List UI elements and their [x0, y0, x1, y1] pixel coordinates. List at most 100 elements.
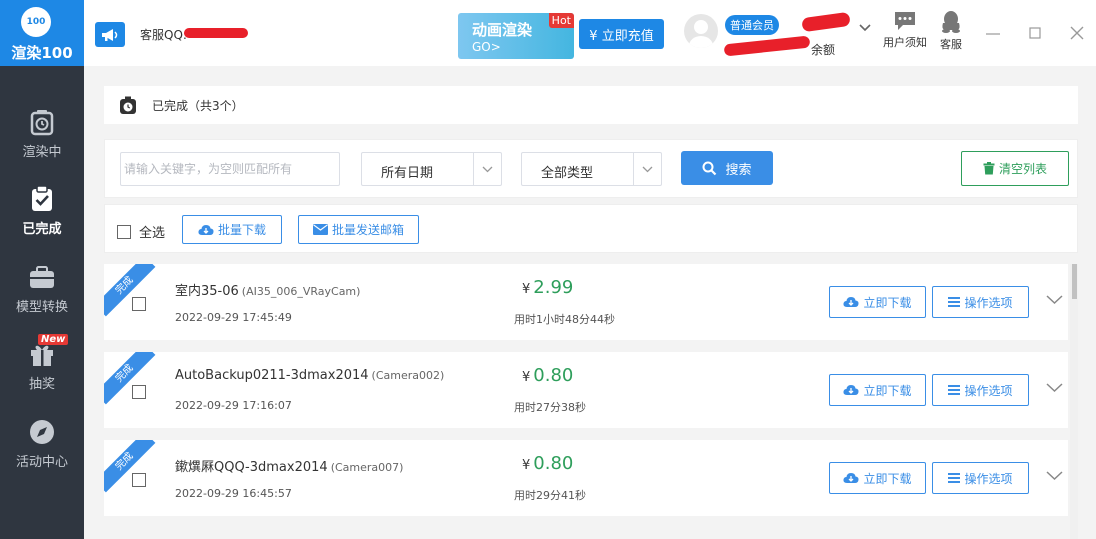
task-checkbox[interactable]: [132, 385, 146, 399]
sidebar-item-activity[interactable]: 活动中心: [0, 418, 84, 492]
scrollbar-thumb[interactable]: [1072, 264, 1077, 299]
envelope-icon: [312, 224, 328, 235]
customer-service-label: 客服: [940, 38, 962, 51]
header: 客服QQ: 动画渲染 GO> Hot ¥ 立即充值 普通会员 余额 用户须知 客…: [84, 0, 1096, 66]
currency-symbol: ¥: [522, 458, 531, 473]
batch-download-button[interactable]: 批量下载: [182, 215, 282, 244]
clear-list-button[interactable]: 清空列表: [961, 151, 1069, 186]
download-now-label: 立即下载: [863, 383, 912, 398]
maximize-button[interactable]: [1026, 24, 1044, 42]
sidebar-item-completed[interactable]: 已完成: [0, 185, 84, 259]
member-level-badge: 普通会员: [725, 15, 779, 35]
chevron-down-icon[interactable]: [1046, 383, 1063, 393]
chat-bubble-icon: [895, 12, 915, 30]
currency-symbol: ¥: [522, 282, 531, 297]
close-button[interactable]: [1068, 24, 1086, 42]
select-all-label: 全选: [139, 226, 166, 241]
recharge-button[interactable]: ¥ 立即充值: [579, 19, 664, 49]
redaction-mark: [184, 28, 248, 38]
megaphone-icon[interactable]: [95, 22, 125, 47]
task-checkbox[interactable]: [132, 473, 146, 487]
clipboard-check-icon: [32, 185, 52, 211]
checkbox[interactable]: [117, 224, 131, 239]
price-amount: 0.80: [533, 453, 574, 474]
sidebar-item-label: 活动中心: [15, 455, 68, 470]
page-title: 已完成（共3个）: [152, 99, 244, 113]
task-duration: 用时27分38秒: [514, 401, 586, 414]
task-list: 完成 室内35-06 (AI35_006_VRayCam) 2022-09-29 …: [104, 264, 1068, 539]
sidebar-item-label: 抽奖: [28, 377, 55, 392]
task-name: AutoBackup0211-3dmax2014 (Camera002): [175, 368, 444, 383]
sidebar-item-model-convert[interactable]: 模型转换: [0, 263, 84, 337]
redaction-mark: [801, 11, 851, 33]
task-price: ¥0.80: [522, 365, 573, 386]
price-amount: 0.80: [533, 365, 574, 386]
task-camera: (Camera002): [371, 369, 445, 382]
new-badge: New: [38, 334, 69, 345]
task-camera: (Camera007): [330, 461, 404, 474]
date-select[interactable]: 所有日期: [361, 152, 502, 186]
chevron-down-icon[interactable]: [1046, 471, 1063, 481]
task-checkbox[interactable]: [132, 297, 146, 311]
promo-title: 动画渲染: [472, 21, 533, 39]
download-now-button[interactable]: 立即下载: [829, 374, 926, 406]
logo-text: 渲染100: [11, 44, 73, 62]
download-now-label: 立即下载: [863, 295, 912, 310]
trash-icon: [983, 162, 995, 175]
operation-options-button[interactable]: 操作选项: [932, 374, 1029, 406]
task-duration: 用时29分41秒: [514, 489, 586, 502]
task-name-text: 室内35-06: [175, 284, 239, 299]
task-duration: 用时1小时48分44秒: [514, 313, 615, 326]
sidebar-item-label: 渲染中: [22, 145, 62, 160]
currency-symbol: ¥: [522, 370, 531, 385]
task-name: 室内35-06 (AI35_006_VRayCam): [175, 280, 360, 299]
operation-options-button[interactable]: 操作选项: [932, 462, 1029, 494]
avatar[interactable]: [684, 14, 718, 48]
batch-email-button[interactable]: 批量发送邮箱: [298, 215, 419, 244]
sidebar-item-rendering[interactable]: 渲染中: [0, 108, 84, 182]
download-now-button[interactable]: 立即下载: [829, 286, 926, 318]
type-select[interactable]: 全部类型: [521, 152, 662, 186]
operation-options-label: 操作选项: [964, 383, 1013, 398]
user-notice-button[interactable]: 用户须知: [880, 10, 930, 50]
download-now-button[interactable]: 立即下载: [829, 462, 926, 494]
scrollbar-track[interactable]: [1070, 264, 1078, 539]
cloud-download-icon: [198, 224, 214, 235]
batch-email-label: 批量发送邮箱: [331, 223, 404, 237]
chevron-down-icon[interactable]: [1046, 295, 1063, 305]
task-date: 2022-09-29 17:45:49: [175, 311, 292, 324]
select-all-checkbox[interactable]: 全选: [117, 222, 165, 241]
balance-label: 余额: [811, 43, 836, 57]
penguin-icon: [942, 11, 960, 33]
sidebar-item-label: 模型转换: [15, 300, 68, 315]
task-date: 2022-09-29 16:45:57: [175, 487, 292, 500]
price-amount: 2.99: [533, 277, 574, 298]
clear-list-label: 清空列表: [998, 162, 1047, 176]
service-qq-label: 客服QQ:: [140, 28, 187, 42]
minimize-button[interactable]: [984, 24, 1002, 42]
status-ribbon: 完成: [104, 352, 156, 405]
app-logo: 100 渲染100: [0, 0, 84, 66]
operation-options-label: 操作选项: [964, 295, 1013, 310]
search-icon: [702, 161, 717, 175]
task-row: 完成 鏉熼厤QQQ-3dmax2014 (Camera007) 2022-09-2…: [104, 440, 1068, 516]
task-row: 完成 室内35-06 (AI35_006_VRayCam) 2022-09-29 …: [104, 264, 1068, 340]
task-price: ¥2.99: [522, 277, 573, 298]
operation-options-button[interactable]: 操作选项: [932, 286, 1029, 318]
search-input[interactable]: [120, 152, 340, 186]
chevron-down-icon: [633, 153, 661, 185]
status-ribbon: 完成: [104, 440, 156, 493]
cloud-download-icon: [843, 297, 860, 307]
menu-lines-icon: [948, 473, 961, 483]
search-button[interactable]: 搜索: [681, 151, 773, 185]
menu-lines-icon: [948, 385, 961, 395]
download-now-label: 立即下载: [863, 471, 912, 486]
sidebar: 100 渲染100 渲染中 已完成 模型转换 New 抽奖 活动中心: [0, 0, 84, 539]
task-date: 2022-09-29 17:16:07: [175, 399, 292, 412]
chevron-down-icon[interactable]: [859, 23, 871, 33]
chevron-down-icon: [473, 153, 501, 185]
sidebar-item-lottery[interactable]: New 抽奖: [0, 334, 84, 414]
compass-icon: [30, 420, 54, 444]
animation-render-promo[interactable]: 动画渲染 GO> Hot: [458, 13, 574, 59]
customer-service-button[interactable]: 客服: [935, 10, 967, 52]
